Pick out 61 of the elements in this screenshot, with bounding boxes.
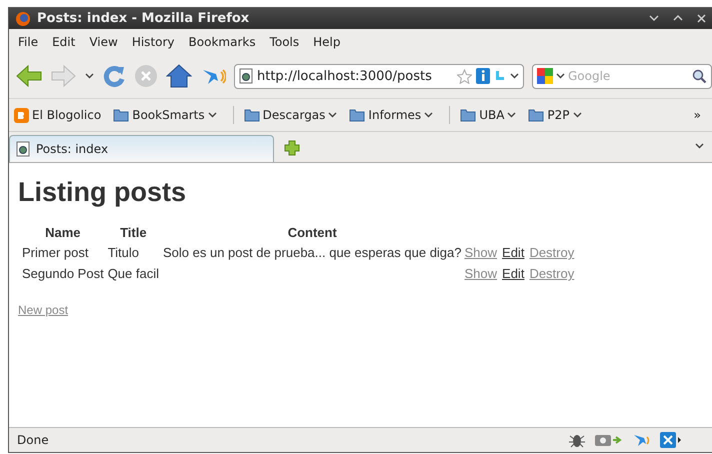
bug-icon[interactable] [568,432,586,448]
firefox-icon [15,10,31,26]
tab[interactable]: Posts: index [9,135,274,162]
column-header: Content [286,224,338,241]
folder-icon [113,108,130,122]
history-dropdown-icon [85,73,94,79]
dropdown-icon [556,73,565,79]
menu-item[interactable]: View [82,34,125,48]
folder-icon [460,108,476,122]
search-icon[interactable] [692,68,707,84]
window-title: Posts: index - Mozilla Firefox [37,11,250,26]
close-button[interactable] [697,14,706,23]
link[interactable]: Show [464,266,498,281]
table-cell: Titulo [108,245,139,260]
table-cell: Segundo Post [22,266,104,281]
back-button[interactable] [15,64,43,88]
page-icon [16,141,30,157]
bookmark-item[interactable]: UBA [460,108,516,122]
google-icon [537,68,553,84]
menu-item[interactable]: Help [306,34,348,48]
menu-item[interactable]: Bookmarks [182,34,263,48]
dropdown-icon [510,73,519,79]
page-heading: Listing posts [18,177,187,208]
address-field[interactable]: http://localhost:3000/posts [234,64,524,88]
link[interactable]: New post [18,303,68,317]
blog-icon [14,108,29,122]
bookmark-item[interactable]: Descargas [244,108,338,122]
link[interactable]: Show [464,245,498,260]
bookmarks-overflow[interactable]: » [694,108,707,122]
folder-icon [244,108,260,122]
table-cell: Primer post [22,245,88,260]
reload-button[interactable] [102,64,126,88]
new-tab-button[interactable] [284,140,300,156]
x-icon[interactable] [660,432,682,448]
tab-list-icon [695,143,704,149]
status-text: Done [17,433,50,447]
bookmark-item[interactable]: El Blogolico [14,108,102,122]
info-icon[interactable] [476,68,490,84]
link[interactable]: Edit [502,245,524,260]
star-icon[interactable] [457,68,472,84]
camera-icon[interactable] [594,433,624,447]
menu-item[interactable]: File [11,34,46,48]
table-cell: Que facil [108,266,159,281]
bookmark-item[interactable]: BookSmarts [113,108,217,122]
column-header: Title [119,224,148,241]
link[interactable]: Edit [502,266,524,281]
menu-item[interactable]: Edit [45,34,82,48]
maximize-button[interactable] [673,14,683,22]
column-header: Name [44,224,82,241]
page-icon [239,68,253,84]
bookmark-item[interactable]: Informes [349,108,434,122]
home-button[interactable] [166,64,192,88]
menu-item[interactable]: Tools [262,34,306,48]
link[interactable]: Destroy [529,266,574,281]
minimize-button[interactable] [649,14,659,22]
folder-icon [349,108,366,122]
menu-item[interactable]: History [124,34,182,48]
bookmark-item[interactable]: P2P [528,108,582,122]
table-cell: Solo es un post de prueba... que esperas que diga? [163,245,462,260]
folder-icon [528,108,544,122]
link[interactable]: Destroy [529,245,574,260]
